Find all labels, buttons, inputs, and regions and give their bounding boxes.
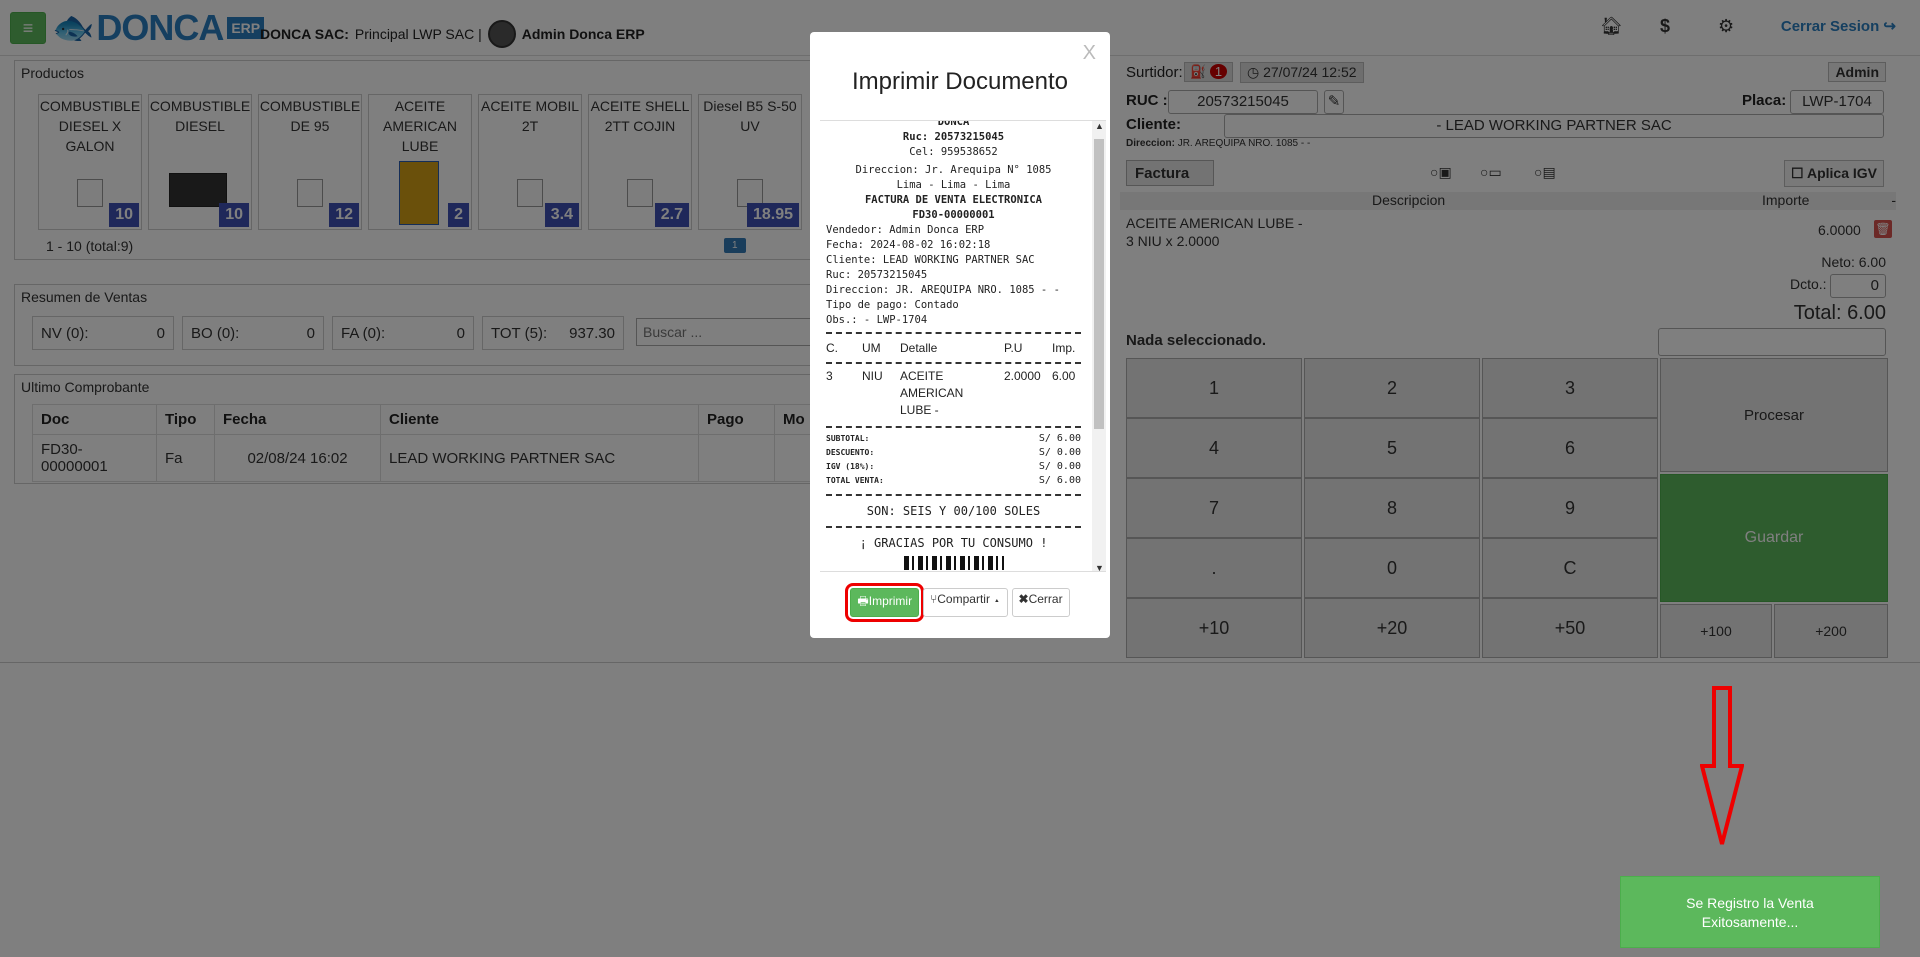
scroll-down-icon[interactable]: ▼ xyxy=(1095,563,1104,571)
scroll-up-icon[interactable]: ▲ xyxy=(1095,121,1104,131)
receipt-subtotal: S/ 6.00 xyxy=(1038,433,1081,444)
toast-line1: Se Registro la Venta xyxy=(1686,895,1814,911)
receipt-direccion: Direccion: Jr. Arequipa N° 1085 xyxy=(855,164,1052,176)
receipt-divider xyxy=(826,332,1081,334)
receipt-divider xyxy=(826,494,1081,496)
receipt-obs: Obs.: - LWP-1704 xyxy=(826,314,928,326)
receipt-total: S/ 6.00 xyxy=(1038,475,1081,486)
receipt-i-imp: 6.00 xyxy=(1052,369,1076,383)
receipt-ruc-cliente: Ruc: 20573215045 xyxy=(826,269,928,281)
print-document-modal: X Imprimir Documento DONCA Ruc: 20573215… xyxy=(810,32,1110,638)
receipt-doc-number: FD30-00000001 xyxy=(912,209,995,221)
receipt-dir-cliente: Direccion: JR. AREQUIPA NRO. 1085 - - xyxy=(826,284,1060,296)
close-x-icon: ✖ xyxy=(1018,592,1029,606)
receipt-item-row: 3 NIU ACEITE AMERICAN LUBE - 2.0000 6.00 xyxy=(826,368,1081,422)
receipt-preview[interactable]: DONCA Ruc: 20573215045 Cel: 959538652 Di… xyxy=(820,120,1106,572)
modal-footer: 🖶︎Imprimir ⑂Compartir ▴ ✖Cerrar xyxy=(810,583,1110,622)
receipt-divider xyxy=(826,526,1081,528)
close-label: Cerrar xyxy=(1028,592,1063,606)
receipt-i-detalle: ACEITE AMERICAN LUBE - xyxy=(900,369,964,417)
receipt-items-header: C. UM Detalle P.U Imp. xyxy=(826,338,1081,358)
print-button[interactable]: 🖶︎Imprimir xyxy=(845,583,925,622)
close-button[interactable]: ✖Cerrar xyxy=(1011,588,1070,617)
close-icon[interactable]: X xyxy=(1083,42,1096,65)
red-arrow-annotation xyxy=(1700,686,1744,845)
receipt-ciudad: Lima - Lima - Lima xyxy=(896,179,1011,191)
print-label: Imprimir xyxy=(868,594,913,608)
receipt-divider xyxy=(826,362,1081,364)
receipt-igv: S/ 0.00 xyxy=(1038,461,1081,472)
success-toast[interactable]: Se Registro la Venta Exitosamente... xyxy=(1620,876,1880,948)
receipt-divider xyxy=(826,426,1081,428)
receipt-h-um: UM xyxy=(862,341,881,355)
toast-line2: Exitosamente... xyxy=(1701,914,1799,930)
receipt-h-c: C. xyxy=(826,341,838,355)
receipt-cel: Cel: 959538652 xyxy=(909,146,998,158)
receipt-doc-title: FACTURA DE VENTA ELECTRONICA xyxy=(864,194,1042,206)
receipt-company: DONCA xyxy=(937,120,970,128)
receipt-tipo-pago: Tipo de pago: Contado xyxy=(826,299,959,311)
receipt-i-um: NIU xyxy=(862,369,883,383)
receipt-content: DONCA Ruc: 20573215045 Cel: 959538652 Di… xyxy=(826,120,1081,570)
qr-code-icon xyxy=(903,556,1004,570)
receipt-total-values: S/ 6.00 S/ 0.00 S/ 0.00 S/ 6.00 xyxy=(1039,432,1081,488)
receipt-h-pu: P.U xyxy=(1004,341,1023,355)
share-label: Compartir xyxy=(937,592,990,606)
receipt-totals: SUBTOTAL: DESCUENTO: IGV (18%): TOTAL VE… xyxy=(826,432,1081,490)
receipt-cliente: Cliente: LEAD WORKING PARTNER SAC xyxy=(826,254,1035,266)
receipt-gracias: ¡ GRACIAS POR TU CONSUMO ! xyxy=(859,536,1048,550)
share-button[interactable]: ⑂Compartir ▴ xyxy=(923,588,1008,617)
receipt-fecha: Fecha: 2024-08-02 16:02:18 xyxy=(826,239,991,251)
receipt-i-c: 3 xyxy=(826,369,833,383)
receipt-h-detalle: Detalle xyxy=(900,341,938,355)
receipt-i-pu: 2.0000 xyxy=(1004,369,1041,383)
receipt-vendedor: Vendedor: Admin Donca ERP xyxy=(826,224,985,236)
receipt-descuento: S/ 0.00 xyxy=(1038,447,1081,458)
receipt-ruc: Ruc: 20573215045 xyxy=(902,131,1005,143)
receipt-son: SON: SEIS Y 00/100 SOLES xyxy=(866,504,1041,518)
receipt-scrollbar[interactable]: ▲ ▼ xyxy=(1092,121,1106,571)
modal-title: Imprimir Documento xyxy=(851,68,1069,95)
receipt-h-imp: Imp. xyxy=(1052,341,1076,355)
scroll-thumb[interactable] xyxy=(1094,139,1104,429)
